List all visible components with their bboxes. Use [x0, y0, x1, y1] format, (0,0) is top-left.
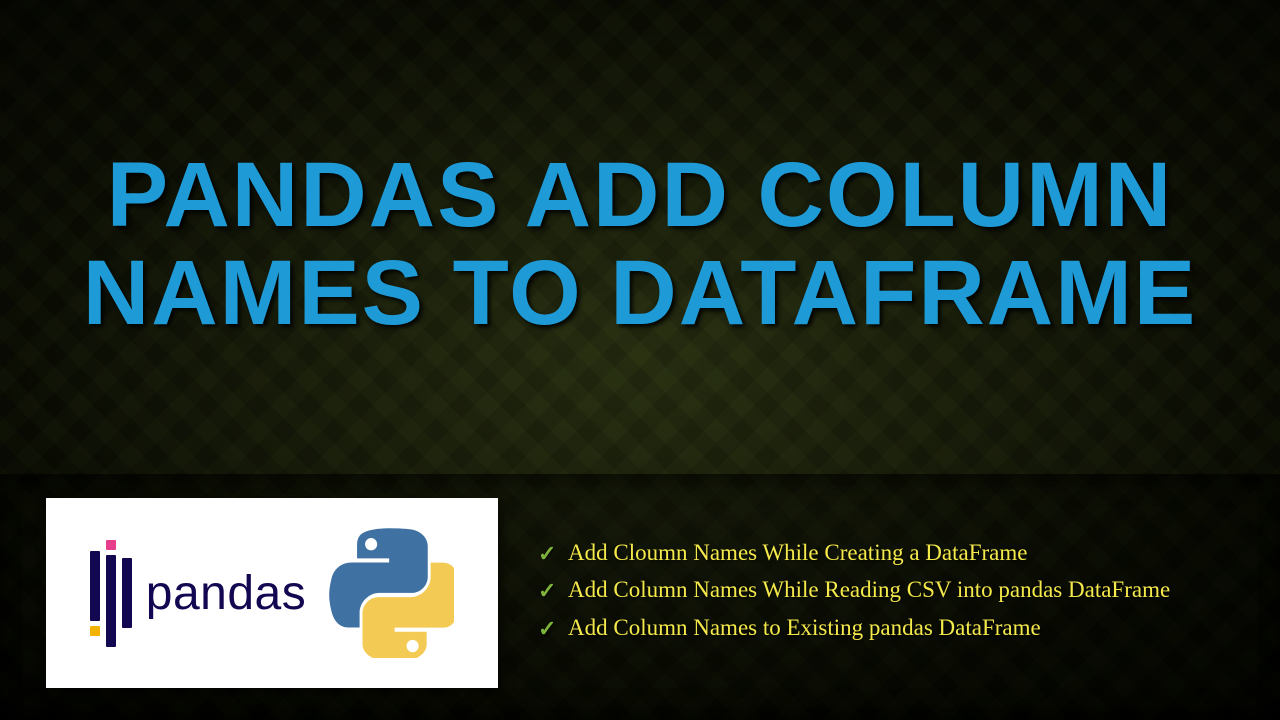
check-icon: ✓ [538, 576, 556, 606]
list-item: ✓ Add Column Names While Reading CSV int… [538, 574, 1234, 605]
bullet-list: ✓ Add Cloumn Names While Creating a Data… [538, 537, 1234, 648]
list-item: ✓ Add Cloumn Names While Creating a Data… [538, 537, 1234, 568]
logo-card: pandas [46, 498, 498, 688]
bullet-text: Add Column Names While Reading CSV into … [568, 577, 1170, 602]
lower-band: pandas ✓ Add Cloumn Names While Creating… [0, 474, 1280, 720]
python-logo-icon [324, 528, 454, 658]
check-icon: ✓ [538, 539, 556, 569]
pandas-logo: pandas [90, 548, 306, 638]
pandas-wordmark: pandas [146, 566, 306, 621]
title-zone: PANDAS ADD COLUMN NAMES TO DATAFRAME [0, 0, 1280, 474]
slide: PANDAS ADD COLUMN NAMES TO DATAFRAME pan… [0, 0, 1280, 720]
pandas-bars-icon [90, 548, 132, 638]
check-icon: ✓ [538, 614, 556, 644]
list-item: ✓ Add Column Names to Existing pandas Da… [538, 612, 1234, 643]
slide-title: PANDAS ADD COLUMN NAMES TO DATAFRAME [60, 147, 1220, 342]
bullet-text: Add Column Names to Existing pandas Data… [568, 615, 1041, 640]
bullet-text: Add Cloumn Names While Creating a DataFr… [568, 540, 1027, 565]
